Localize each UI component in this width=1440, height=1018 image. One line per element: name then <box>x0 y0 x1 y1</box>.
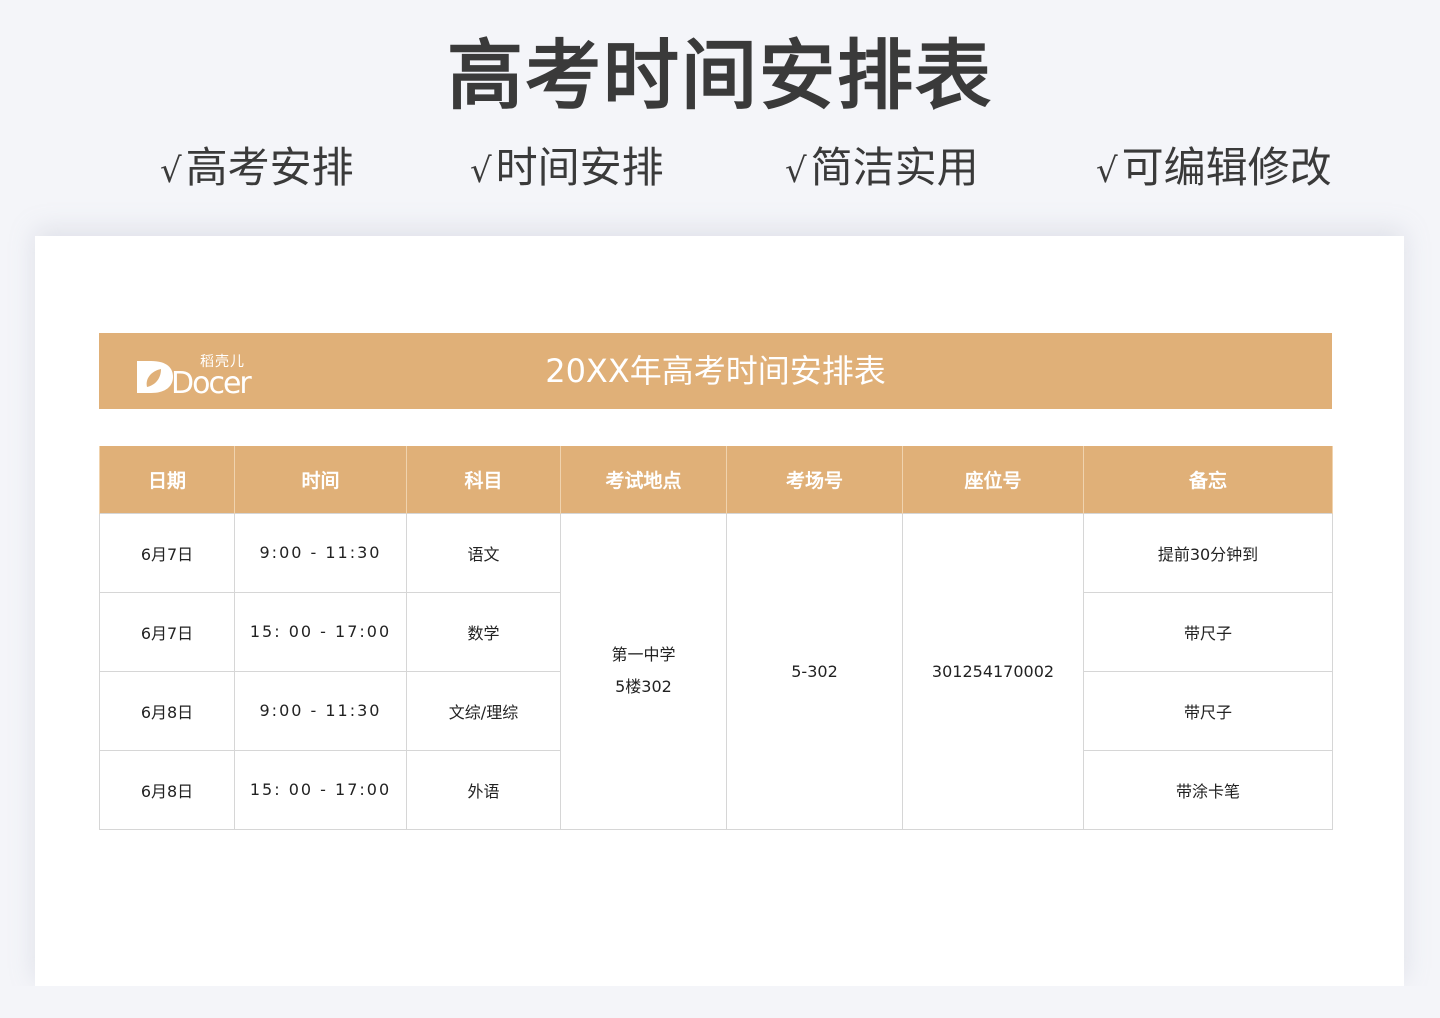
time-cell: 9:00 - 11:30 <box>234 670 407 751</box>
feature-item: √可编辑修改 <box>1096 140 1332 199</box>
subject-cell: 语文 <box>406 512 561 593</box>
location-cell: 第一中学 5楼302 <box>560 512 727 830</box>
memo-cell: 提前30分钟到 <box>1083 512 1333 593</box>
feature-list: √高考安排 √时间安排 √简洁实用 √可编辑修改 <box>0 140 1440 196</box>
location-room: 5楼302 <box>615 677 672 696</box>
column-header-subject: 科目 <box>406 446 561 513</box>
date-cell: 6月7日 <box>99 512 235 593</box>
checkmark-icon: √ <box>1096 151 1118 191</box>
column-header-room: 考场号 <box>726 446 903 513</box>
seat-cell: 301254170002 <box>902 512 1084 830</box>
feature-item: √时间安排 <box>470 140 664 199</box>
column-header-time: 时间 <box>234 446 407 513</box>
document-card: Docer 稻壳儿 20XX年高考时间安排表 日期 时间 科目 考试地点 考场号… <box>35 236 1404 986</box>
bottom-strip <box>0 986 1440 1018</box>
subject-cell: 文综/理综 <box>406 670 561 751</box>
location-school: 第一中学 <box>611 645 676 664</box>
checkmark-icon: √ <box>785 151 807 191</box>
table-header-row: 日期 时间 科目 考试地点 考场号 座位号 备忘 <box>99 446 1333 513</box>
memo-cell: 带尺子 <box>1083 591 1333 672</box>
feature-item: √简洁实用 <box>785 140 979 199</box>
banner-title: 20XX年高考时间安排表 <box>545 352 886 390</box>
schedule-table: 日期 时间 科目 考试地点 考场号 座位号 备忘 6月7日 9:00 - 11:… <box>99 446 1333 830</box>
date-cell: 6月8日 <box>99 670 235 751</box>
room-cell: 5-302 <box>726 512 903 830</box>
column-header-seat: 座位号 <box>902 446 1084 513</box>
memo-cell: 带尺子 <box>1083 670 1333 751</box>
table-row: 6月7日 9:00 - 11:30 语文 第一中学 5楼302 5-302 30… <box>99 512 1333 830</box>
column-header-memo: 备忘 <box>1083 446 1333 513</box>
subject-cell: 外语 <box>406 749 561 830</box>
time-cell: 15: 00 - 17:00 <box>234 749 407 830</box>
memo-cell: 带涂卡笔 <box>1083 749 1333 830</box>
table-banner: Docer 稻壳儿 20XX年高考时间安排表 <box>99 333 1332 409</box>
feature-label: 高考安排 <box>185 143 354 192</box>
feature-item: √高考安排 <box>160 140 354 199</box>
feature-label: 简洁实用 <box>810 143 979 192</box>
time-cell: 15: 00 - 17:00 <box>234 591 407 672</box>
checkmark-icon: √ <box>470 151 492 191</box>
subject-cell: 数学 <box>406 591 561 672</box>
feature-label: 可编辑修改 <box>1121 143 1332 192</box>
time-cell: 9:00 - 11:30 <box>234 512 407 593</box>
column-header-location: 考试地点 <box>560 446 727 513</box>
page-title: 高考时间安排表 <box>447 31 993 120</box>
date-cell: 6月7日 <box>99 591 235 672</box>
column-header-date: 日期 <box>99 446 235 513</box>
feature-label: 时间安排 <box>495 143 664 192</box>
date-cell: 6月8日 <box>99 749 235 830</box>
checkmark-icon: √ <box>160 151 182 191</box>
